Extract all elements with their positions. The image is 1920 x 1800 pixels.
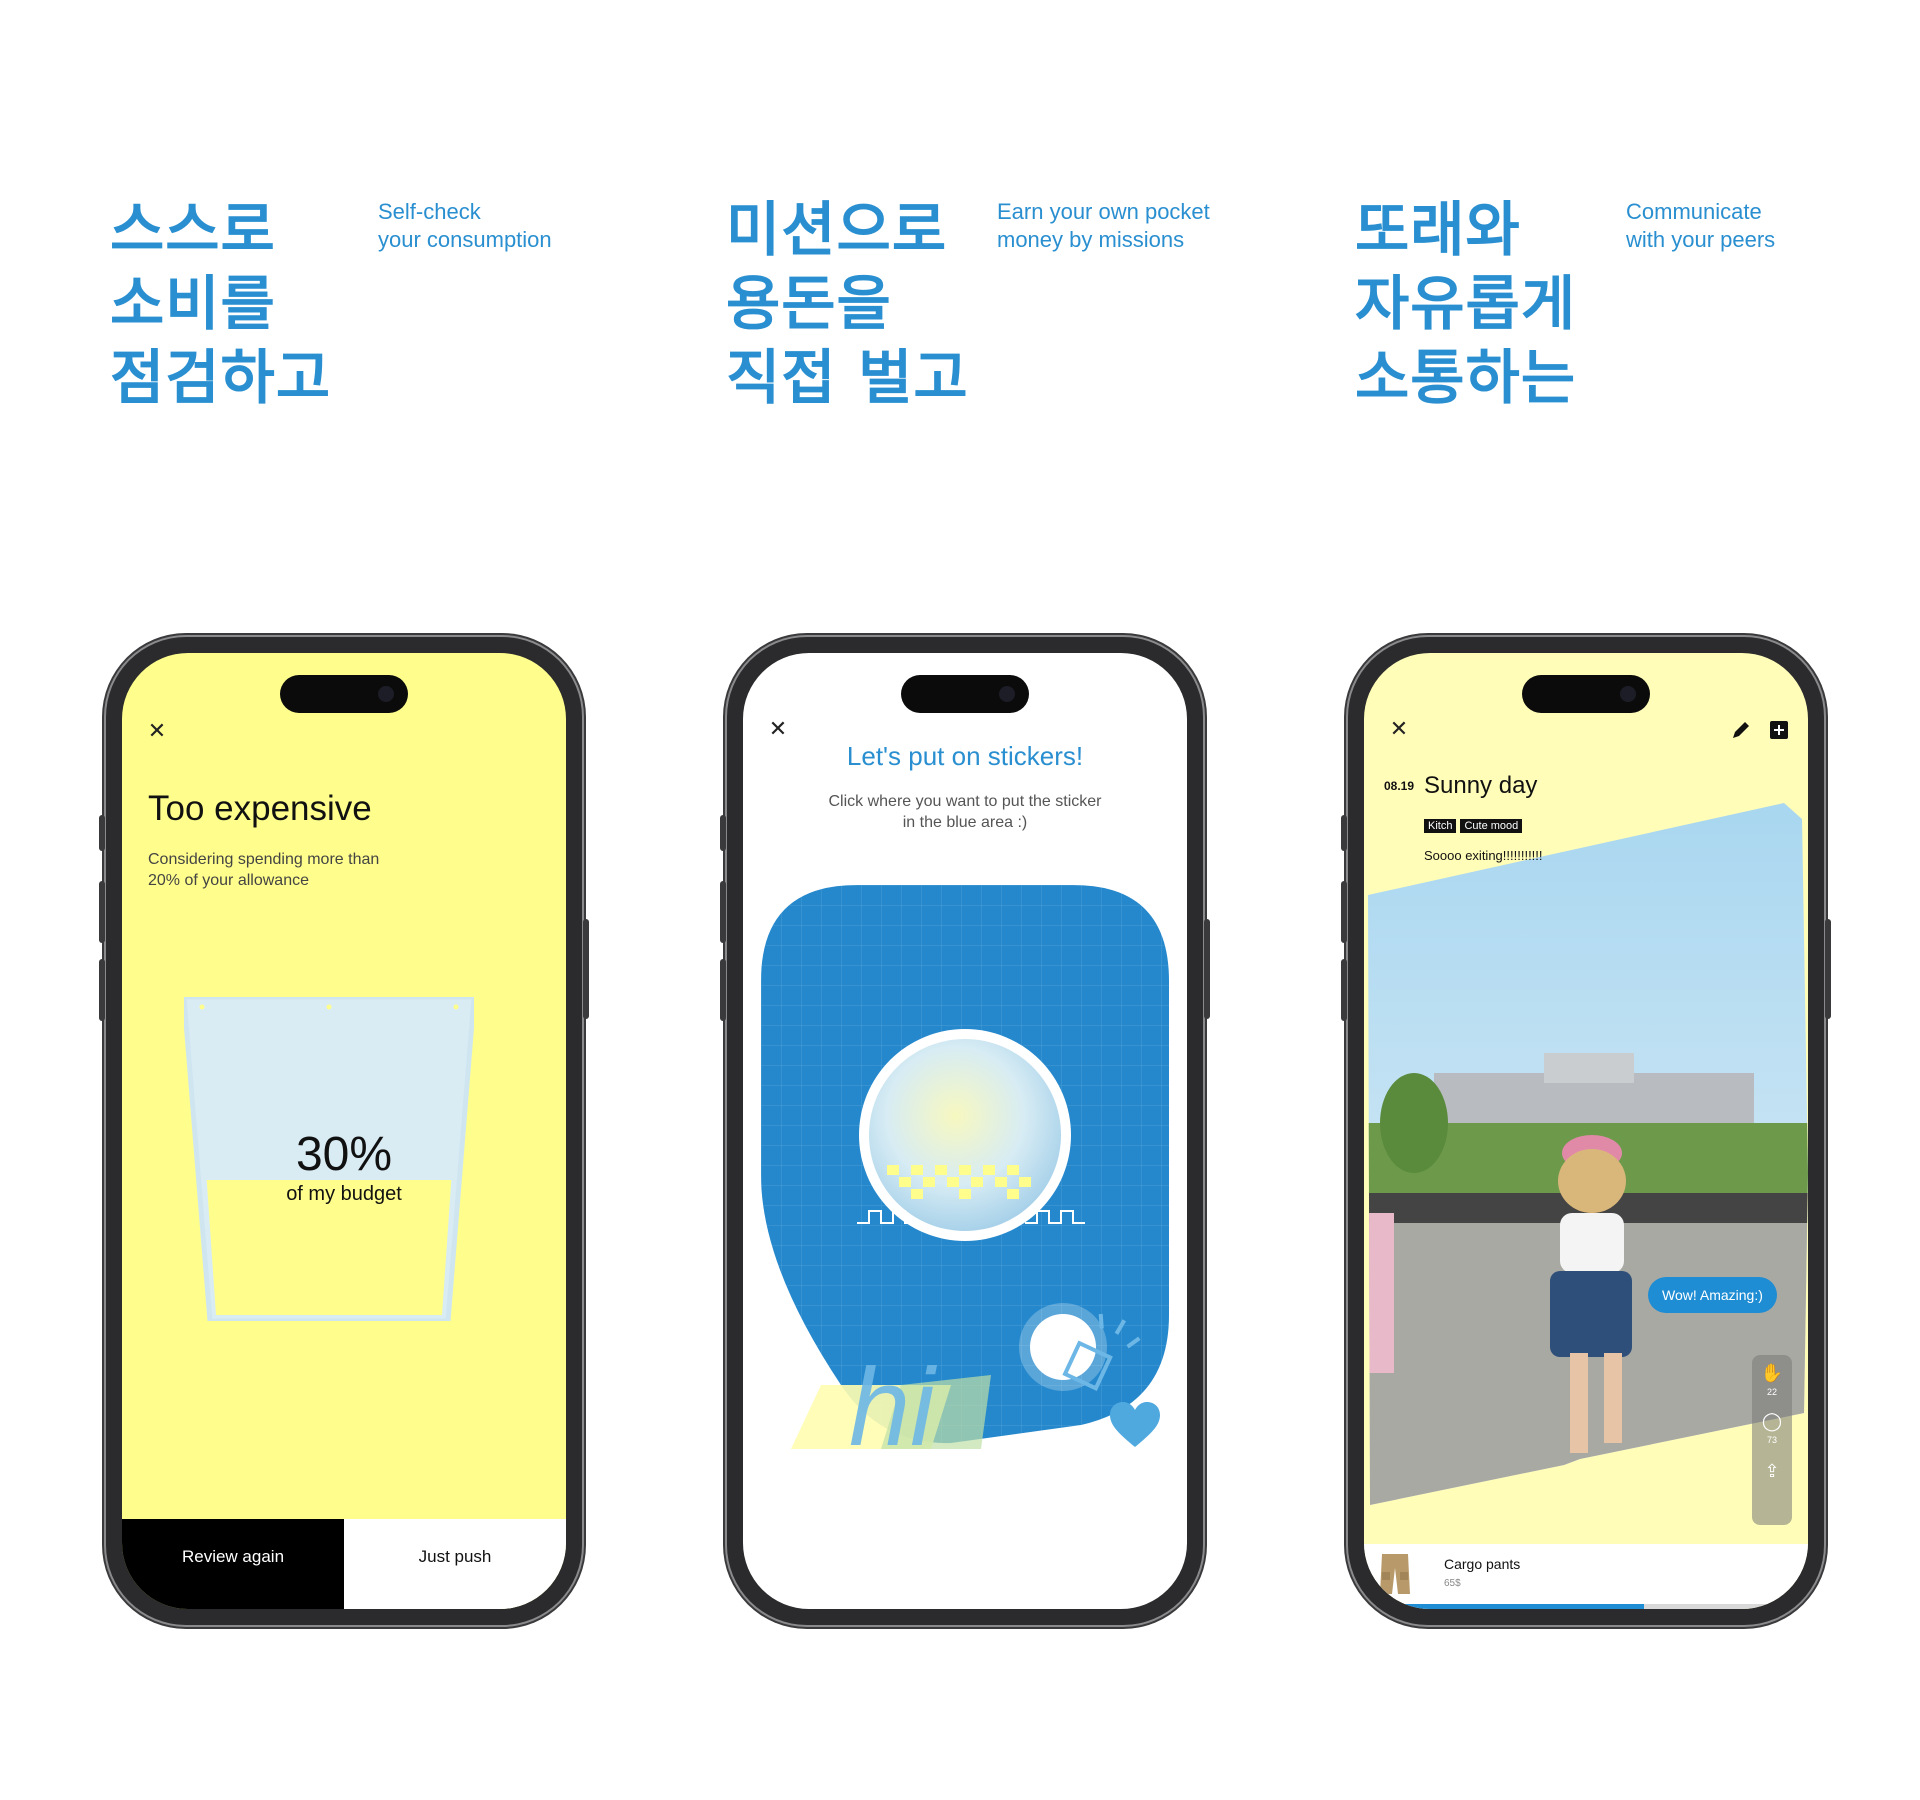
stickers-instruction-line: Click where you want to put the sticker <box>828 793 1102 810</box>
dynamic-island <box>280 675 408 713</box>
clap-count: 22 <box>1766 1387 1777 1397</box>
phone-side-button <box>1341 815 1347 851</box>
section-3-title: 또래와 자유롭게 소통하는 <box>1355 193 1576 415</box>
comment-icon[interactable]: ◯ <box>1752 1411 1792 1432</box>
post-tag[interactable]: Cute mood <box>1460 819 1523 833</box>
section-1-title-line: 소비를 <box>110 269 276 338</box>
leg <box>1570 1353 1588 1453</box>
comment-bubble[interactable]: Wow! Amazing:) <box>1648 1277 1777 1313</box>
section-2-title-line: 미션으로 <box>726 195 948 264</box>
section-1-subtitle: Self-check your consumption <box>378 198 552 254</box>
section-3-title-line: 자유롭게 <box>1355 269 1577 338</box>
section-3-subtitle-line: with your peers <box>1626 227 1776 252</box>
section-2-subtitle-line: Earn your own pocket <box>997 199 1210 224</box>
phone-side-button <box>1341 959 1347 1021</box>
budget-percent: 30% <box>295 1128 393 1181</box>
leg <box>1604 1353 1622 1443</box>
heart-sticker-icon <box>1110 1402 1160 1447</box>
sticker-placement-area[interactable]: hi <box>761 885 1169 1449</box>
phone-mockup-feed: ✕ 08.19 Sunny day Kitch Cute mood Soooo … <box>1341 637 1831 1625</box>
phone-side-button <box>1341 881 1347 943</box>
screen-budget: ✕ Too expensive Considering spending mor… <box>122 653 566 1609</box>
product-price: 65$ <box>1444 1578 1461 1589</box>
phone-side-button <box>720 881 726 943</box>
edit-pencil-icon[interactable] <box>1730 719 1752 741</box>
comment-count: 73 <box>1766 1435 1777 1445</box>
post-tags: Kitch Cute mood <box>1424 819 1523 833</box>
section-2-title: 미션으로 용돈을 직접 벌고 <box>726 193 969 415</box>
phone-side-button <box>99 959 105 1021</box>
section-1-subtitle-line: your consumption <box>378 227 552 252</box>
cup-bubble <box>199 1004 205 1010</box>
action-bar: Review again Just push <box>122 1519 566 1609</box>
warning-title: Too expensive <box>148 789 372 828</box>
tree <box>1380 1073 1448 1173</box>
post-tag[interactable]: Kitch <box>1424 819 1457 833</box>
phone-side-button <box>583 919 589 1019</box>
post-caption: Soooo exiting!!!!!!!!!!! <box>1424 848 1543 863</box>
warning-description-line: 20% of your allowance <box>148 872 309 889</box>
dynamic-island <box>1522 675 1650 713</box>
hair <box>1558 1149 1626 1213</box>
hi-sticker-text: hi <box>849 1346 937 1449</box>
screen-feed: ✕ 08.19 Sunny day Kitch Cute mood Soooo … <box>1364 653 1808 1609</box>
section-3-subtitle-line: Communicate <box>1626 199 1762 224</box>
section-2-subtitle: Earn your own pocket money by missions <box>997 198 1210 254</box>
post-date: 08.19 <box>1384 779 1415 793</box>
phone-side-button <box>720 815 726 851</box>
warning-description: Considering spending more than 20% of yo… <box>148 849 448 891</box>
phone-side-button <box>1825 919 1831 1019</box>
story-progress-bar <box>1364 1604 1808 1609</box>
close-icon[interactable]: ✕ <box>146 721 168 743</box>
add-icon[interactable] <box>1768 719 1790 741</box>
phone-mockup-budget: ✕ Too expensive Considering spending mor… <box>99 637 589 1625</box>
close-icon[interactable]: ✕ <box>1388 719 1410 741</box>
section-2-title-line: 용돈을 <box>726 269 892 338</box>
reaction-panel: ✋ 22 ◯ 73 ⇪ <box>1752 1355 1792 1525</box>
phone-side-button <box>720 959 726 1021</box>
phone-mockup-stickers: ✕ Let's put on stickers! Click where you… <box>720 637 1210 1625</box>
close-icon[interactable]: ✕ <box>767 719 789 741</box>
section-3-subtitle: Communicate with your peers <box>1626 198 1775 254</box>
side-person <box>1368 1213 1394 1373</box>
story-progress-fill <box>1364 1604 1644 1609</box>
warning-description-line: Considering spending more than <box>148 851 380 868</box>
stickers-instruction-line: in the blue area :) <box>902 814 1028 831</box>
stickers-title: Let's put on stickers! <box>846 741 1084 771</box>
product-card[interactable]: Cargo pants 65$ <box>1364 1544 1808 1604</box>
section-1-title-line: 스스로 <box>110 195 276 264</box>
phone-side-button <box>1204 919 1210 1019</box>
screen-stickers: ✕ Let's put on stickers! Click where you… <box>743 653 1187 1609</box>
product-name: Cargo pants <box>1444 1556 1521 1572</box>
cargo-pants-thumbnail <box>1380 1554 1410 1594</box>
post-title: Sunny day <box>1424 772 1538 799</box>
clap-icon[interactable]: ✋ <box>1752 1363 1792 1384</box>
bubble-sticker <box>869 1039 1061 1231</box>
dynamic-island <box>901 675 1029 713</box>
just-push-button[interactable]: Just push <box>344 1519 566 1609</box>
section-1-subtitle-line: Self-check <box>378 199 481 224</box>
building-top <box>1544 1053 1634 1083</box>
phone-side-button <box>99 881 105 943</box>
cup-bubble <box>453 1004 459 1010</box>
stickers-instruction: Click where you want to put the sticker … <box>743 791 1187 833</box>
shirt <box>1560 1213 1624 1273</box>
cup-bubble <box>326 1004 332 1010</box>
section-1-title: 스스로 소비를 점검하고 <box>110 193 331 415</box>
section-3-title-line: 소통하는 <box>1355 343 1577 412</box>
section-3-title-line: 또래와 <box>1355 195 1521 264</box>
section-2-subtitle-line: money by missions <box>997 227 1185 252</box>
phone-side-button <box>99 815 105 851</box>
denim-shorts <box>1550 1271 1632 1357</box>
share-icon[interactable]: ⇪ <box>1752 1461 1792 1482</box>
section-2-title-line: 직접 벌고 <box>726 343 969 412</box>
review-again-button[interactable]: Review again <box>122 1519 344 1609</box>
budget-caption: of my budget <box>286 1183 402 1205</box>
section-1-title-line: 점검하고 <box>110 343 332 412</box>
